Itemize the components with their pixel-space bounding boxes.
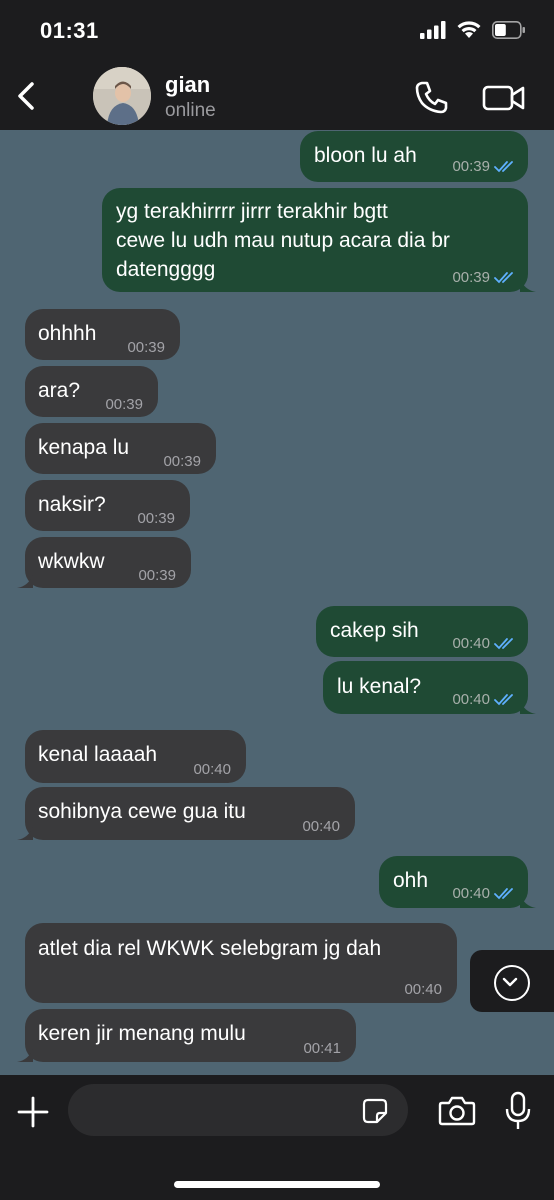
message-time: 00:39 [452,158,490,175]
camera-icon[interactable] [438,1095,476,1127]
read-ticks-icon [494,272,513,284]
chevron-left-icon[interactable] [12,76,42,116]
read-ticks-icon [494,888,513,900]
message-time: 00:40 [404,981,442,998]
home-indicator [174,1181,380,1188]
message-bubble-outgoing[interactable]: lu kenal? 00:40 [323,661,536,714]
contact-name[interactable]: gian [165,72,210,98]
message-time: 00:39 [105,396,143,413]
message-text: cakep sih [330,619,419,642]
message-time: 00:39 [137,510,175,527]
message-meta: 00:39 [452,153,516,181]
message-time: 00:40 [302,818,340,835]
battery-icon [492,20,525,39]
message-bubble-incoming[interactable]: kenapa lu 00:39 [25,423,216,474]
message-text: ara? [38,379,81,402]
message-time: 00:41 [303,1040,341,1057]
bubble-tail [17,826,33,840]
avatar[interactable] [93,67,151,125]
message-meta: 00:40 [452,880,516,908]
message-text: atlet dia rel WKWK selebgram jg dah [38,937,382,960]
chevron-down-icon [494,965,530,1001]
message-time: 00:40 [452,885,490,902]
message-text: yg terakhirrrr jirrr terakhir bgtt cewe … [116,200,450,281]
message-text: naksir? [38,493,106,516]
phone-icon[interactable] [413,78,451,116]
message-bubble-outgoing[interactable]: yg terakhirrrr jirrr terakhir bgtt cewe … [102,188,536,292]
bubble-tail [17,1048,33,1062]
message-time: 00:39 [127,339,165,356]
message-time: 00:39 [163,453,201,470]
message-time: 00:39 [138,567,176,584]
message-time: 00:40 [452,635,490,652]
chat-area[interactable]: bloon lu ah 00:39 yg terakhirrrr jirrr t… [0,130,554,1075]
message-text: ohh [393,869,429,892]
microphone-icon[interactable] [505,1091,531,1131]
read-ticks-icon [494,161,513,173]
read-ticks-icon [494,694,513,706]
message-bubble-incoming[interactable]: wkwkw 00:39 [17,537,191,588]
message-bubble-outgoing[interactable]: bloon lu ah 00:39 [300,131,528,182]
message-text: kenal laaaah [38,743,158,766]
message-bubble-incoming[interactable]: atlet dia rel WKWK selebgram jg dah 00:4… [25,923,457,1003]
message-text: wkwkw [38,550,105,573]
composer-bar [0,1075,554,1200]
bubble-tail [17,574,33,588]
message-time: 00:40 [452,691,490,708]
message-text: keren jir menang mulu [38,1022,246,1045]
bubble-tail [520,894,536,908]
message-bubble-incoming[interactable]: kenal laaaah 00:40 [25,730,246,783]
signal-icon [420,20,446,39]
message-time: 00:40 [193,761,231,778]
message-meta: 00:39 [452,264,516,292]
message-text: kenapa lu [38,436,130,459]
message-bubble-incoming[interactable]: sohibnya cewe gua itu 00:40 [17,787,355,840]
message-text: lu kenal? [337,675,422,698]
bubble-tail [520,700,536,714]
status-time: 01:31 [40,18,99,43]
message-bubble-incoming[interactable]: ohhhh 00:39 [25,309,180,360]
message-bubble-outgoing[interactable]: ohh 00:40 [379,856,536,908]
chat-header: gian online [0,62,554,130]
video-camera-icon[interactable] [482,82,526,114]
contact-status: online [165,100,216,121]
message-text: ohhhh [38,322,97,345]
message-text: sohibnya cewe gua itu [38,800,246,823]
plus-icon[interactable] [16,1095,50,1129]
status-icons [420,20,526,39]
message-input[interactable] [68,1084,408,1136]
message-meta: 00:40 [452,686,516,714]
message-time: 00:39 [452,269,490,286]
wifi-icon [457,21,481,38]
scroll-to-bottom-button[interactable] [470,950,554,1012]
message-bubble-incoming[interactable]: keren jir menang mulu 00:41 [17,1009,356,1062]
bubble-tail [520,278,536,292]
message-meta: 00:40 [452,630,516,658]
sticker-icon[interactable] [362,1098,388,1124]
message-bubble-incoming[interactable]: naksir? 00:39 [25,480,190,531]
message-bubble-incoming[interactable]: ara? 00:39 [25,366,158,417]
battery-level [495,23,506,36]
read-ticks-icon [494,638,513,650]
message-bubble-outgoing[interactable]: cakep sih 00:40 [316,606,528,657]
status-bar: 01:31 [0,0,554,62]
message-text: bloon lu ah [314,144,417,167]
